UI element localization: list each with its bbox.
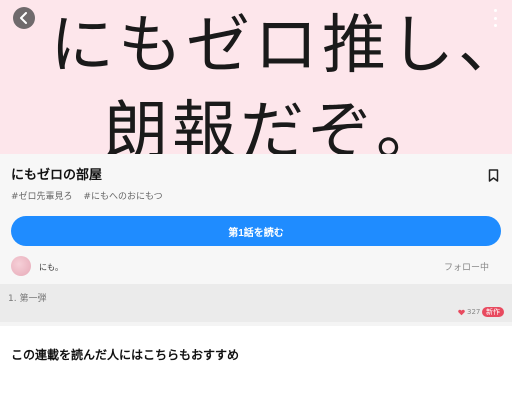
section-divider — [0, 322, 512, 326]
read-first-episode-button[interactable]: 第1話を読む — [11, 216, 501, 246]
like-count: 327 — [458, 308, 480, 316]
cover-text-line2: 朗報だぞ。 — [104, 95, 444, 154]
heart-icon — [458, 309, 465, 315]
new-badge: 新作 — [482, 307, 504, 317]
episode-title: 1. 第一弾 — [8, 294, 47, 304]
episode-list-item[interactable] — [0, 284, 512, 322]
bookmark-button[interactable] — [488, 167, 499, 182]
recommendation-heading: この連載を読んだ人にはこちらもおすすめ — [11, 348, 240, 362]
tag-list: #ゼロ先輩見ろ #にもへのおにもつ — [11, 189, 171, 202]
cover-image: にもゼロ推し、 朗報だぞ。 — [0, 0, 512, 154]
more-options-button[interactable] — [490, 9, 500, 27]
follow-button[interactable]: フォロー中 — [444, 260, 489, 273]
tag-link[interactable]: #ゼロ先輩見ろ — [11, 192, 73, 202]
more-vertical-icon — [493, 9, 497, 12]
tag-link[interactable]: #にもへのおにもつ — [83, 192, 162, 202]
cover-text-line1: にもゼロ推し、 — [50, 9, 512, 83]
bookmark-icon — [488, 169, 499, 182]
series-title: にもゼロの部屋 — [11, 168, 103, 183]
like-count-value: 327 — [467, 308, 481, 316]
author-name[interactable]: にも。 — [39, 262, 63, 273]
avatar[interactable] — [11, 256, 31, 276]
back-button[interactable] — [13, 7, 35, 29]
chevron-left-icon — [20, 12, 27, 24]
